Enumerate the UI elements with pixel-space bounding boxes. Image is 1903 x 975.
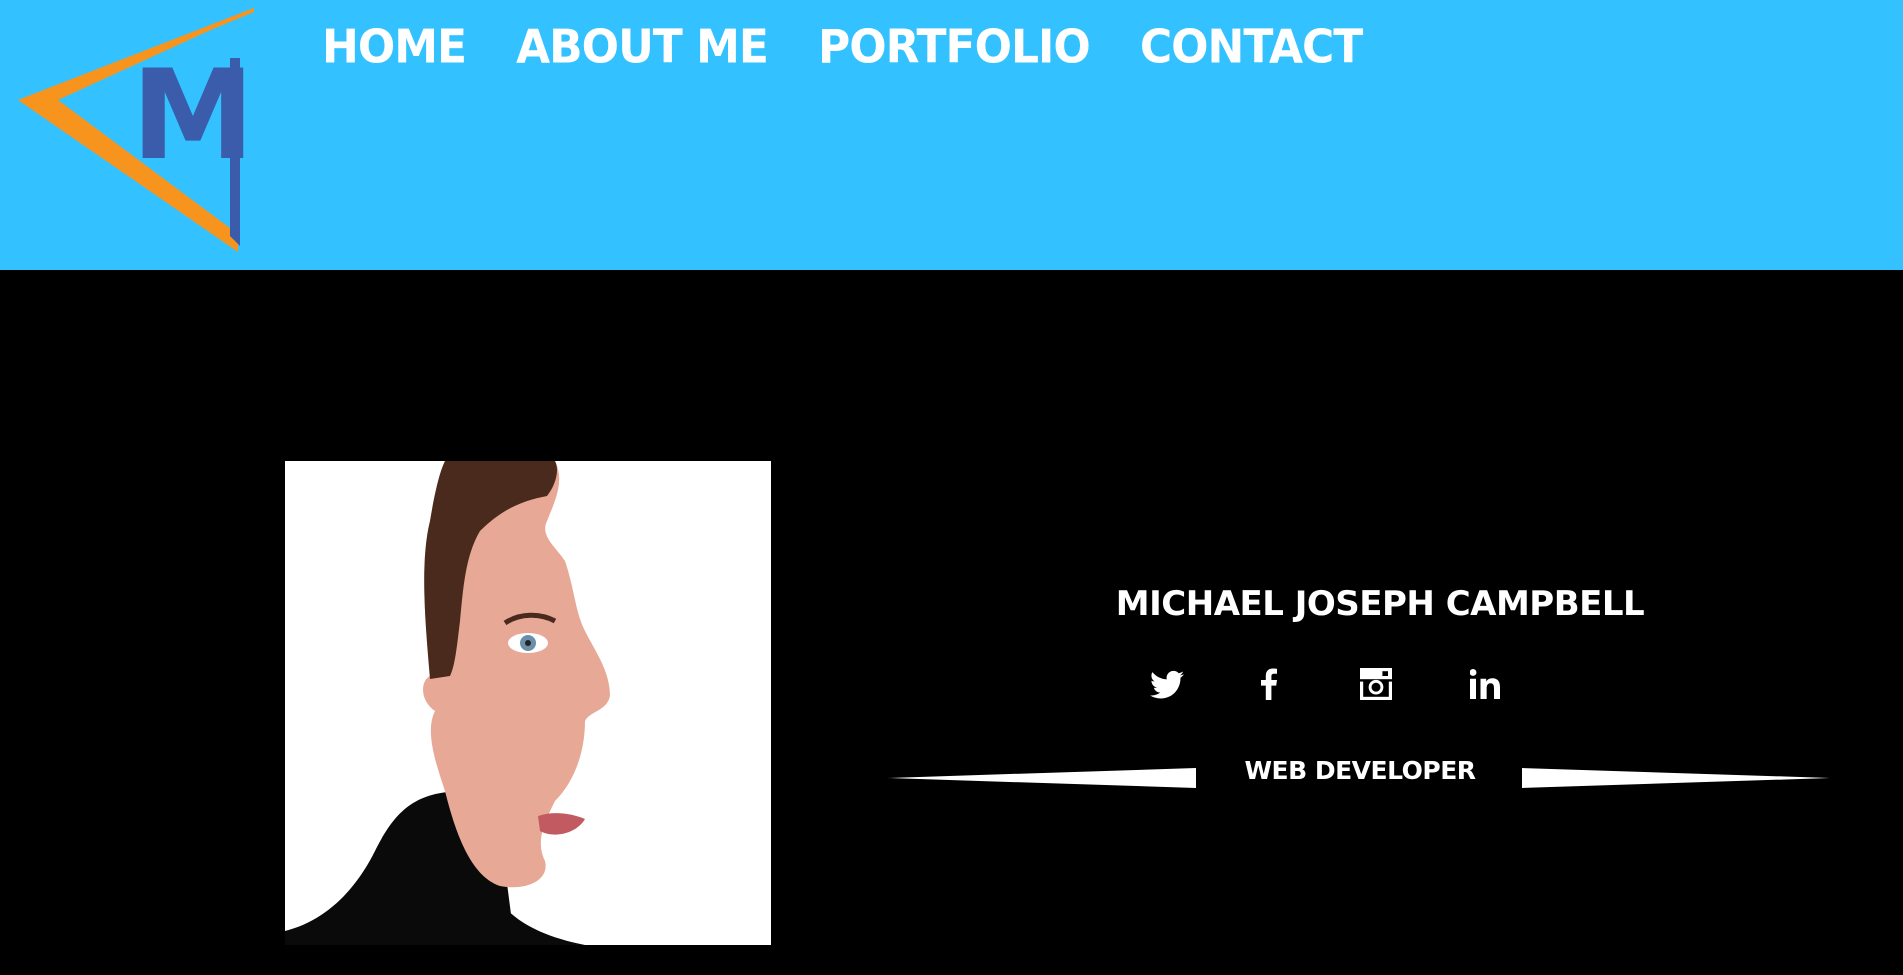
facebook-link[interactable] bbox=[1260, 665, 1300, 705]
divider-right bbox=[1522, 768, 1830, 788]
twitter-icon bbox=[1150, 670, 1184, 699]
logo[interactable]: M bbox=[18, 8, 258, 252]
hero-section: MiCHAEL JOSEPH CAMPBELL bbox=[0, 270, 1903, 975]
linkedin-link[interactable] bbox=[1469, 665, 1510, 705]
divider-left bbox=[888, 768, 1196, 788]
twitter-link[interactable] bbox=[1150, 665, 1190, 705]
nav-contact[interactable]: Contact bbox=[1140, 19, 1363, 78]
nav-home[interactable]: Home bbox=[322, 19, 467, 78]
profile-photo bbox=[285, 461, 771, 945]
social-links bbox=[1150, 665, 1510, 705]
profile-role: WEB DEVELOPER bbox=[1244, 756, 1476, 785]
site-header: M Home About Me Portfolio Contact bbox=[0, 0, 1903, 270]
nav-about-me[interactable]: About Me bbox=[516, 19, 769, 78]
main-nav: Home About Me Portfolio Contact bbox=[322, 20, 1412, 76]
profile-photo-illustration bbox=[285, 461, 771, 945]
logo-stroke bbox=[230, 58, 240, 246]
linkedin-icon bbox=[1469, 669, 1500, 699]
profile-name: MiCHAEL JOSEPH CAMPBELL bbox=[1115, 584, 1645, 624]
instagram-link[interactable] bbox=[1360, 665, 1400, 705]
facebook-icon bbox=[1261, 668, 1277, 700]
instagram-icon bbox=[1360, 668, 1392, 700]
nav-portfolio[interactable]: Portfolio bbox=[818, 19, 1091, 78]
